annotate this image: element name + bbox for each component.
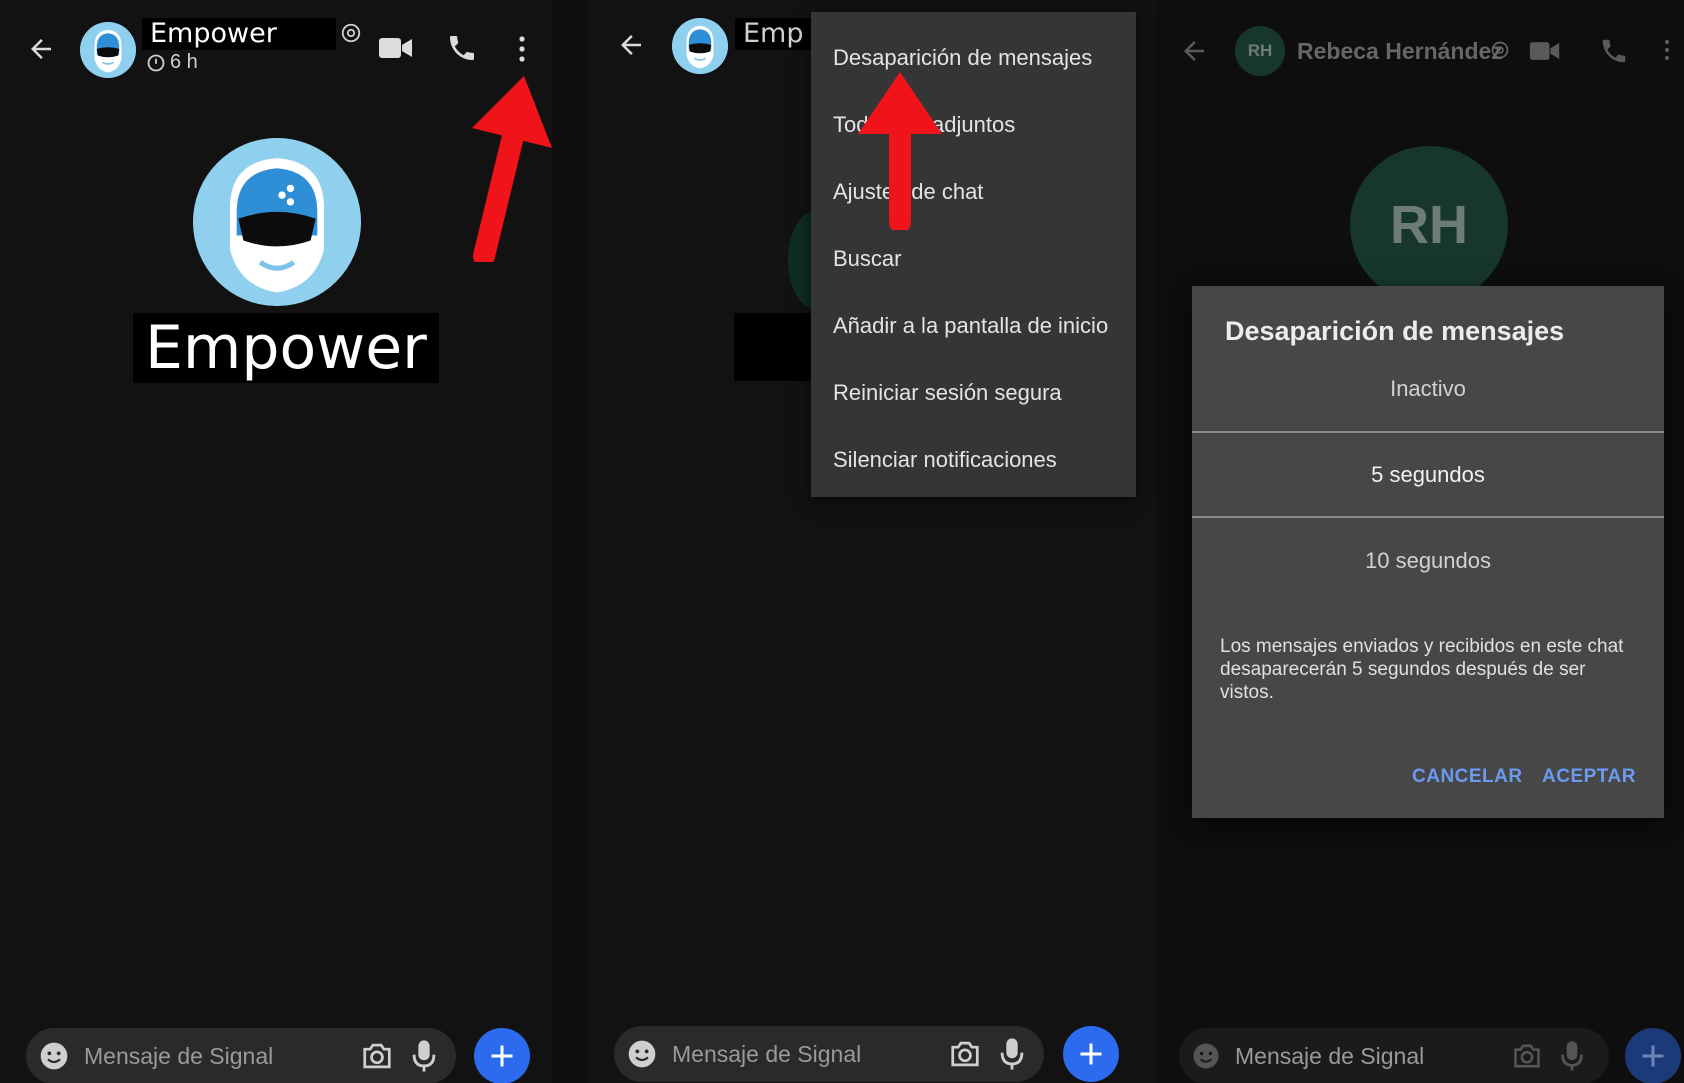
back-arrow-icon[interactable] [1179,36,1209,66]
camera-icon[interactable] [948,1039,982,1069]
camera-icon[interactable] [360,1041,394,1071]
timer-label: 6 h [170,51,198,73]
at-sign-icon [340,22,362,44]
dialog-title: Desaparición de mensajes [1225,316,1565,346]
emoji-icon[interactable] [38,1040,70,1072]
option-divider [1192,431,1664,433]
disappearing-timer: 6 h [146,51,198,74]
menu-item-mute[interactable]: Silenciar notificaciones [811,426,1136,493]
at-sign-icon [1490,40,1510,60]
attach-plus-button[interactable] [1063,1026,1119,1082]
video-call-icon[interactable] [378,34,414,62]
microphone-icon[interactable] [412,1039,436,1073]
video-call-icon[interactable] [1529,38,1561,64]
emoji-icon[interactable] [1191,1041,1221,1071]
emoji-icon[interactable] [626,1038,658,1070]
message-composer [1179,1028,1609,1083]
message-composer [614,1026,1044,1082]
conversation-panel-1: Empower 6 h Empower [0,0,553,1083]
disappearing-messages-dialog: Desaparición de mensajes Inactivo 5 segu… [1192,286,1664,818]
ranger-helmet-icon [672,18,728,74]
ranger-helmet-icon [80,22,136,78]
option-inactive[interactable]: Inactivo [1192,376,1664,402]
voice-call-icon[interactable] [1599,36,1629,66]
red-arrow-icon [466,72,553,262]
red-arrow-icon [856,70,944,230]
microphone-icon[interactable] [1000,1037,1024,1071]
ranger-helmet-icon [193,138,361,306]
option-5-seconds[interactable]: 5 segundos [1192,462,1664,488]
menu-item-reset-session[interactable]: Reiniciar sesión segura [811,359,1136,426]
plus-icon [1080,1043,1102,1065]
menu-item-search[interactable]: Buscar [811,225,1136,292]
message-composer [26,1028,456,1083]
contact-name: Rebeca Hernández [1297,38,1503,64]
contact-avatar[interactable] [672,18,728,74]
conversation-panel-3: RH Rebeca Hernández RH Desaparición de m… [1157,0,1684,1083]
timer-icon [147,54,165,71]
message-input[interactable] [82,1041,356,1071]
more-options-icon[interactable] [512,34,532,64]
voice-call-icon[interactable] [446,32,478,64]
conversation-panel-2: Emp Desaparición de mensajes Todos los a… [590,0,1155,1083]
camera-icon[interactable] [1511,1042,1543,1070]
attach-plus-button[interactable] [474,1028,530,1083]
message-input[interactable] [670,1039,944,1069]
microphone-icon[interactable] [1561,1040,1583,1072]
profile-name-redacted [734,313,816,381]
attach-plus-button[interactable] [1625,1028,1681,1083]
option-divider [1192,516,1664,518]
profile-name: Empower [133,313,439,383]
cancel-button[interactable]: CANCELAR [1412,766,1523,788]
contact-name: Emp [735,18,821,50]
contact-avatar[interactable]: RH [1235,26,1285,76]
more-options-icon[interactable] [1659,36,1675,64]
plus-icon [491,1045,513,1067]
profile-avatar [193,138,361,306]
contact-avatar[interactable] [80,22,136,78]
contact-name: Empower [142,18,336,50]
message-input[interactable] [1233,1041,1507,1071]
profile-avatar: RH [1350,146,1508,304]
dialog-description: Los mensajes enviados y recibidos en est… [1220,636,1624,703]
menu-item-add-to-home[interactable]: Añadir a la pantalla de inicio [811,292,1136,359]
accept-button[interactable]: ACEPTAR [1542,766,1636,788]
back-arrow-icon[interactable] [616,30,646,60]
back-arrow-icon[interactable] [26,34,56,64]
option-10-seconds[interactable]: 10 segundos [1192,548,1664,574]
plus-icon [1642,1045,1664,1067]
